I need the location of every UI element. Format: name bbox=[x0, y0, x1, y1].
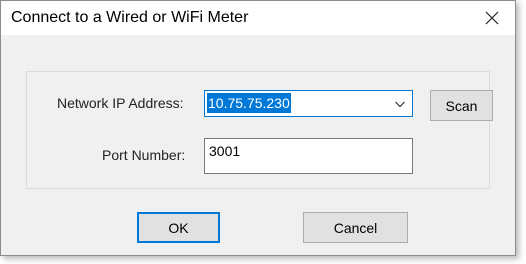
dialog-window: Connect to a Wired or WiFi Meter Network… bbox=[0, 0, 516, 256]
dialog-title: Connect to a Wired or WiFi Meter bbox=[11, 9, 249, 26]
port-number-field[interactable]: 3001 bbox=[204, 138, 413, 174]
chevron-down-icon[interactable] bbox=[394, 98, 406, 110]
port-number-value: 3001 bbox=[209, 143, 241, 159]
screen: Connect to a Wired or WiFi Meter Network… bbox=[0, 0, 526, 264]
cancel-button[interactable]: Cancel bbox=[303, 212, 408, 243]
title-bar[interactable]: Connect to a Wired or WiFi Meter bbox=[1, 1, 515, 35]
ip-address-value: 10.75.75.230 bbox=[207, 93, 291, 113]
ip-address-combobox[interactable]: 10.75.75.230 bbox=[204, 90, 413, 117]
port-number-label: Port Number: bbox=[102, 147, 186, 163]
close-icon bbox=[485, 11, 499, 25]
scan-button[interactable]: Scan bbox=[430, 90, 493, 121]
ok-button[interactable]: OK bbox=[137, 212, 220, 243]
close-button[interactable] bbox=[469, 1, 515, 35]
ip-address-label: Network IP Address: bbox=[57, 95, 184, 111]
